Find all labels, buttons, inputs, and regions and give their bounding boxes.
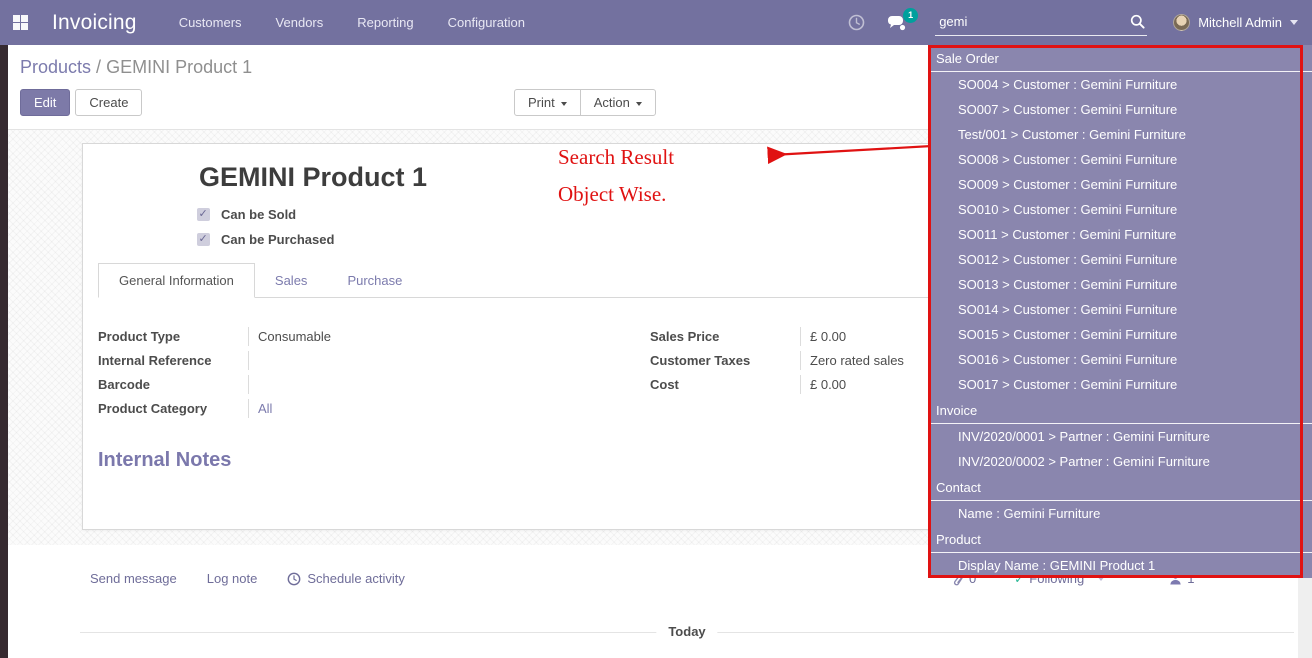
search-result-row[interactable]: SO015 > Customer : Gemini Furniture (928, 322, 1312, 347)
search-result-row: Product (928, 526, 1312, 553)
annotation-line1: Search Result (558, 146, 674, 169)
tab[interactable]: Purchase (327, 264, 422, 297)
checkbox-label: Can be Purchased (221, 232, 334, 247)
breadcrumb-current: GEMINI Product 1 (106, 57, 252, 77)
field-label: Barcode (98, 375, 248, 394)
search-result-row[interactable]: SO007 > Customer : Gemini Furniture (928, 97, 1312, 122)
page-background-strip (1298, 578, 1312, 658)
schedule-activity-button[interactable]: Schedule activity (287, 571, 405, 586)
search-result-row[interactable]: INV/2020/0002 > Partner : Gemini Furnitu… (928, 449, 1312, 474)
nav-menu-item[interactable]: Vendors (276, 15, 324, 30)
date-divider: Today (80, 632, 1294, 633)
field-row: Internal Reference (98, 351, 628, 375)
clock-icon (287, 572, 301, 586)
checkbox-label: Can be Sold (221, 207, 296, 222)
field-label: Internal Reference (98, 351, 248, 370)
top-navbar: Invoicing Customers Vendors Reporting Confi… (0, 0, 1312, 45)
field-row: Barcode (98, 375, 628, 399)
search-result-row[interactable]: SO010 > Customer : Gemini Furniture (928, 197, 1312, 222)
checkbox-row[interactable]: Can be Purchased (197, 232, 334, 247)
tab[interactable]: General Information (98, 263, 255, 298)
search-result-row: Invoice (928, 397, 1312, 424)
print-dropdown-button[interactable]: Print (514, 89, 581, 116)
annotation-text: Search Result Object Wise. (558, 146, 674, 219)
search-icon[interactable] (1130, 14, 1145, 29)
breadcrumb-products-link[interactable]: Products (20, 57, 91, 77)
nav-menu-item[interactable]: Configuration (448, 15, 525, 30)
field-label: Product Type (98, 327, 248, 346)
app-title[interactable]: Invoicing (52, 11, 137, 35)
field-row: Product Type Consumable (98, 327, 628, 351)
window-left-edge (0, 45, 8, 658)
messages-icon[interactable]: 1 (887, 15, 907, 31)
product-flags: Can be Sold Can be Purchased (197, 207, 334, 247)
search-result-row[interactable]: Display Name : GEMINI Product 1 (928, 553, 1312, 578)
search-result-row: Contact (928, 474, 1312, 501)
user-avatar (1173, 14, 1190, 31)
messages-count-badge: 1 (903, 8, 918, 23)
chevron-down-icon (561, 102, 567, 106)
search-result-row[interactable]: SO004 > Customer : Gemini Furniture (928, 72, 1312, 97)
chevron-down-icon (1290, 20, 1298, 25)
search-result-row[interactable]: SO016 > Customer : Gemini Furniture (928, 347, 1312, 372)
user-menu[interactable]: Mitchell Admin (1173, 14, 1298, 31)
search-result-row[interactable]: SO009 > Customer : Gemini Furniture (928, 172, 1312, 197)
search-result-row[interactable]: INV/2020/0001 > Partner : Gemini Furnitu… (928, 424, 1312, 449)
apps-grid-icon[interactable] (13, 15, 28, 30)
field-value[interactable] (248, 351, 628, 370)
nav-menu-item[interactable]: Customers (179, 15, 242, 30)
action-dropdown-button[interactable]: Action (580, 89, 656, 116)
search-result-row[interactable]: SO014 > Customer : Gemini Furniture (928, 297, 1312, 322)
annotation-arrow (758, 138, 938, 170)
field-value[interactable]: All (248, 399, 628, 418)
field-value[interactable]: Consumable (248, 327, 628, 346)
search-results-dropdown: Sale OrderSO004 > Customer : Gemini Furn… (928, 45, 1312, 578)
field-label: Product Category (98, 399, 248, 418)
log-note-button[interactable]: Log note (207, 571, 258, 586)
navbar-menus: Customers Vendors Reporting Configuration (179, 15, 525, 30)
annotation-line2: Object Wise. (558, 183, 674, 206)
product-title: GEMINI Product 1 (199, 162, 427, 193)
global-search (935, 10, 1147, 36)
field-label: Sales Price (650, 327, 800, 346)
field-row: Product Category All (98, 399, 628, 423)
search-result-row[interactable]: SO008 > Customer : Gemini Furniture (928, 147, 1312, 172)
search-result-row[interactable]: SO017 > Customer : Gemini Furniture (928, 372, 1312, 397)
search-result-row: Sale Order (928, 45, 1312, 72)
checkbox[interactable] (197, 208, 210, 221)
breadcrumb: Products / GEMINI Product 1 (20, 57, 252, 78)
checkbox-row[interactable]: Can be Sold (197, 207, 334, 222)
nav-menu-item[interactable]: Reporting (357, 15, 413, 30)
search-result-row[interactable]: SO011 > Customer : Gemini Furniture (928, 222, 1312, 247)
create-button[interactable]: Create (75, 89, 142, 116)
general-info-left-fields: Product Type Consumable Internal Referen… (98, 327, 628, 423)
search-result-row[interactable]: SO012 > Customer : Gemini Furniture (928, 247, 1312, 272)
date-divider-label: Today (656, 624, 717, 639)
edit-button[interactable]: Edit (20, 89, 70, 116)
search-result-row[interactable]: Test/001 > Customer : Gemini Furniture (928, 122, 1312, 147)
field-label: Cost (650, 375, 800, 394)
tab[interactable]: Sales (255, 264, 328, 297)
chevron-down-icon (636, 102, 642, 106)
app-window: Invoicing Customers Vendors Reporting Confi… (0, 0, 1312, 658)
internal-notes-heading: Internal Notes (98, 449, 231, 472)
field-value[interactable]: Zero rated sales (800, 351, 904, 370)
checkbox[interactable] (197, 233, 210, 246)
user-name: Mitchell Admin (1198, 15, 1282, 30)
search-result-row[interactable]: SO013 > Customer : Gemini Furniture (928, 272, 1312, 297)
send-message-button[interactable]: Send message (90, 571, 177, 586)
breadcrumb-separator: / (91, 57, 106, 77)
field-value[interactable] (248, 375, 628, 394)
global-search-input[interactable] (935, 10, 1113, 35)
search-result-row[interactable]: Name : Gemini Furniture (928, 501, 1312, 526)
field-label: Customer Taxes (650, 351, 800, 370)
activities-clock-icon[interactable] (848, 14, 865, 31)
